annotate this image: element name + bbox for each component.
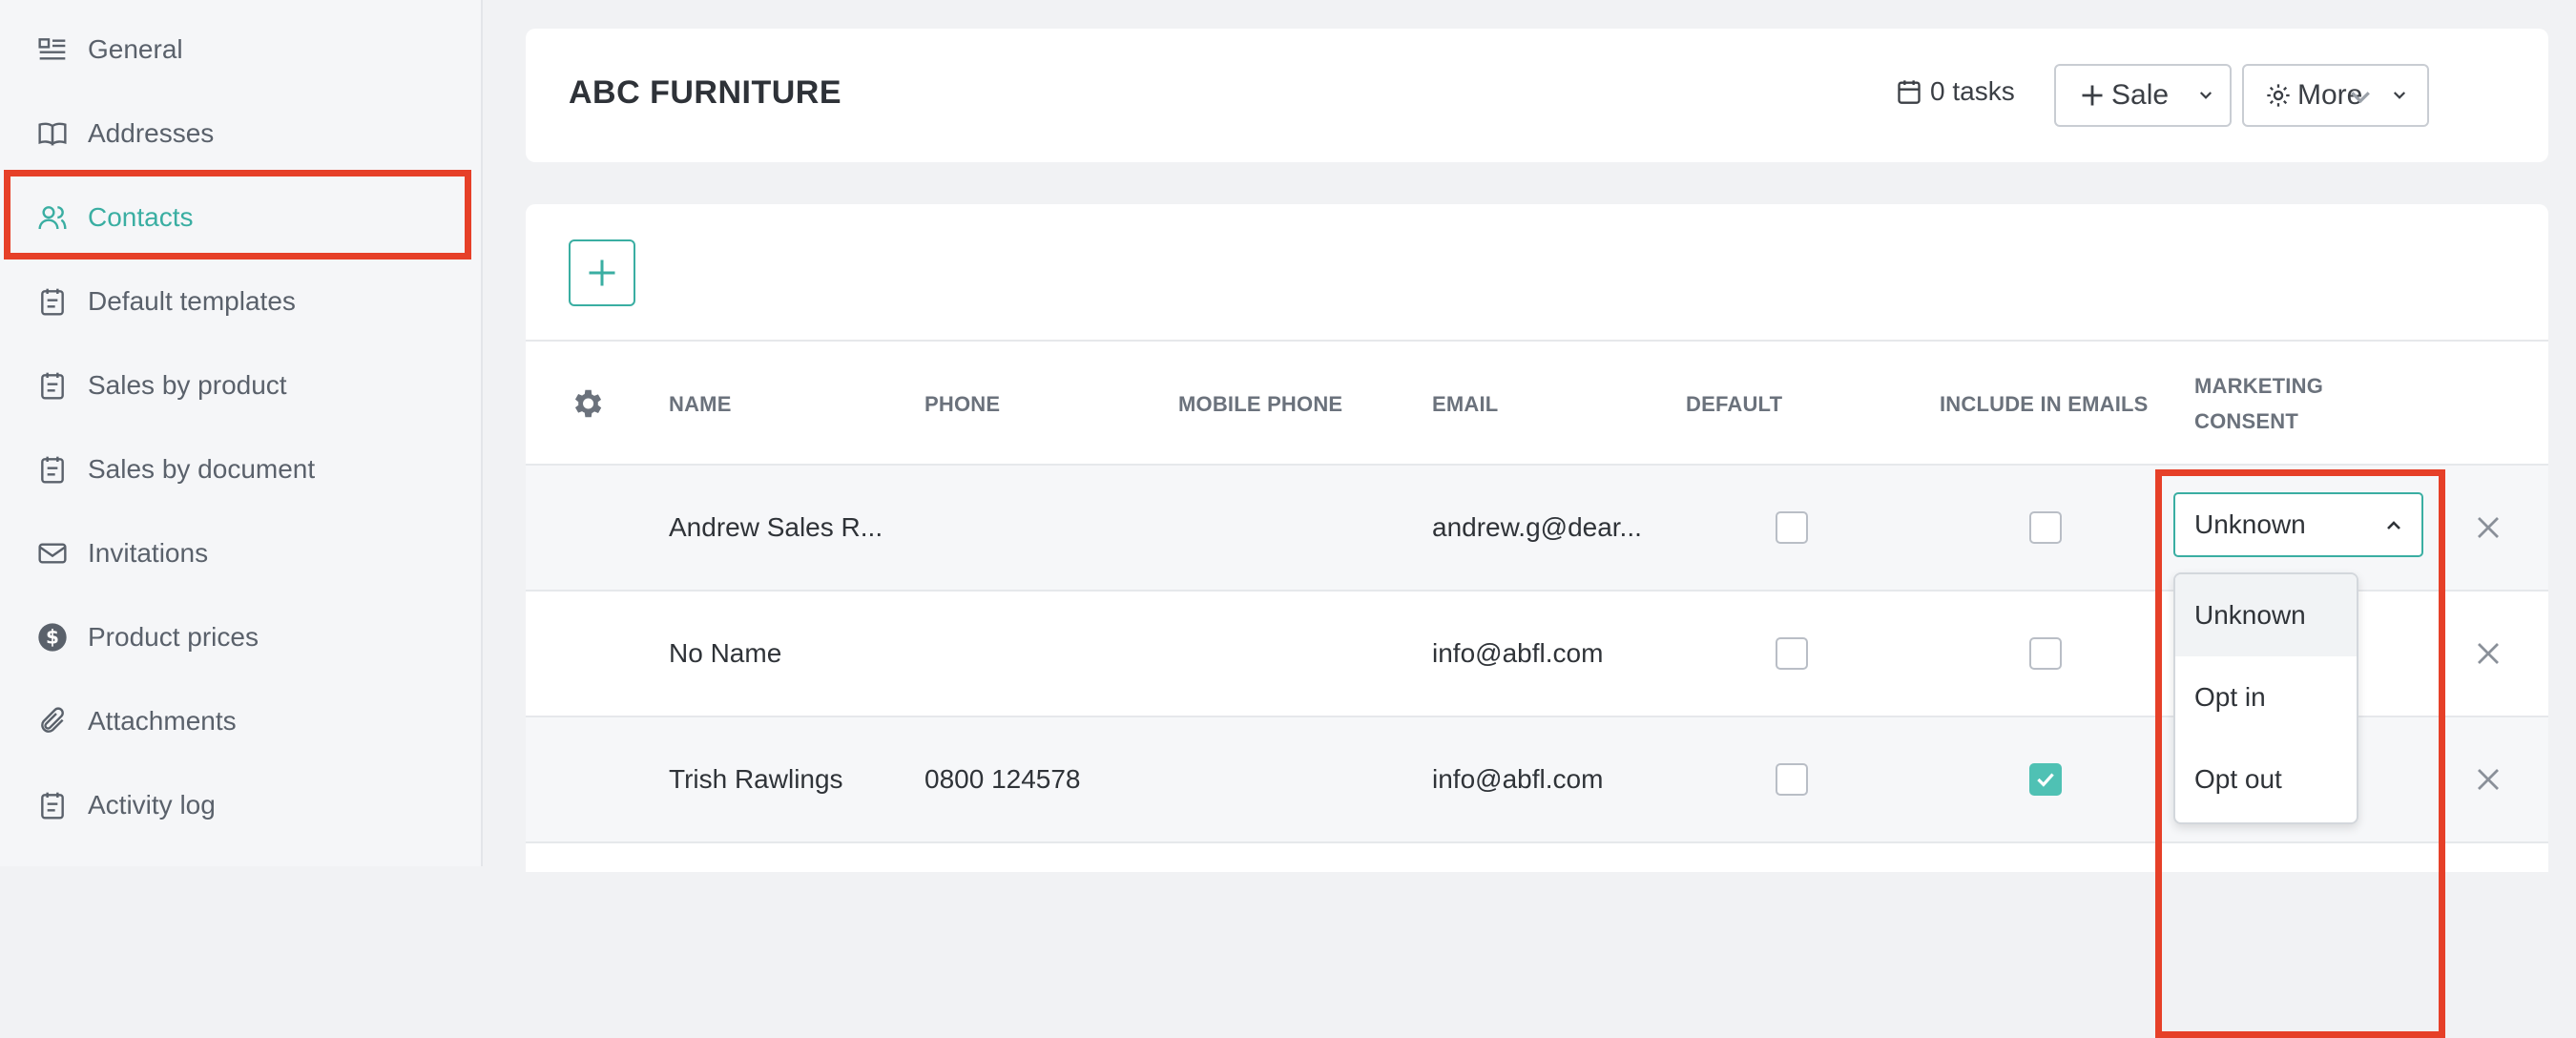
header-card: ABC FURNITURE 0 tasks Sale More — [526, 29, 2548, 162]
page-title: ABC FURNITURE — [569, 74, 842, 111]
sidebar-item-label: Default templates — [88, 286, 296, 316]
collapse-chevron-icon[interactable] — [2346, 82, 2375, 111]
include-in-emails-checkbox[interactable] — [2029, 511, 2062, 544]
users-icon — [36, 201, 69, 234]
tasks-count: 0 tasks — [1930, 76, 2015, 106]
calendar-icon — [1898, 80, 1921, 104]
contact-name: Trish Rawlings — [669, 764, 843, 794]
clipboard-icon — [36, 369, 69, 402]
column-header-marketing-consent: MARKETING CONSENT — [2194, 374, 2324, 433]
close-icon[interactable] — [2474, 639, 2503, 668]
column-header-email: EMAIL — [1432, 392, 1499, 416]
column-header-name: NAME — [669, 392, 732, 416]
include-in-emails-checkbox[interactable] — [2029, 763, 2062, 796]
sidebar-item-label: Invitations — [88, 538, 209, 568]
divider — [526, 841, 2548, 843]
svg-text:$: $ — [46, 626, 59, 649]
contact-email: andrew.g@dear... — [1432, 512, 1642, 542]
sidebar-item-default-templates[interactable]: Default templates — [0, 260, 477, 343]
dropdown-option-opt-in[interactable]: Opt in — [2175, 656, 2357, 738]
sidebar-item-label: Product prices — [88, 622, 259, 652]
sidebar-item-label: General — [88, 34, 183, 64]
sidebar: General Addresses Contacts Default templ… — [0, 0, 483, 866]
contact-phone: 0800 124578 — [924, 764, 1081, 794]
plus-icon — [2082, 85, 2103, 106]
default-checkbox[interactable] — [1776, 637, 1808, 670]
sidebar-item-product-prices[interactable]: $ Product prices — [0, 595, 477, 679]
sidebar-item-label: Sales by product — [88, 370, 287, 400]
divider — [526, 340, 2548, 342]
sidebar-item-contacts[interactable]: Contacts — [0, 176, 477, 260]
contact-email: info@abfl.com — [1432, 638, 1604, 668]
sidebar-item-label: Addresses — [88, 118, 215, 148]
dropdown-option-unknown[interactable]: Unknown — [2175, 574, 2357, 656]
contacts-card: NAME PHONE MOBILE PHONE EMAIL DEFAULT IN… — [526, 204, 2548, 1038]
chevron-up-icon — [2387, 521, 2400, 529]
marketing-consent-dropdown: Unknown Opt in Opt out — [2173, 572, 2358, 824]
close-icon[interactable] — [2474, 513, 2503, 542]
dollar-icon: $ — [36, 621, 69, 654]
sidebar-item-sales-by-product[interactable]: Sales by product — [0, 343, 477, 427]
chevron-down-icon — [2394, 92, 2406, 99]
contact-email: info@abfl.com — [1432, 764, 1604, 794]
clipboard-icon — [36, 285, 69, 318]
sidebar-item-label: Sales by document — [88, 454, 316, 484]
gear-icon — [2267, 84, 2290, 107]
marketing-consent-value: Unknown — [2194, 509, 2306, 539]
more-button[interactable]: More — [2242, 64, 2429, 127]
settings-gear-icon[interactable] — [569, 385, 605, 422]
column-header-include-in-emails: INCLUDE IN EMAILS — [1940, 392, 2149, 416]
sale-button-label: Sale — [2111, 79, 2170, 111]
sidebar-item-activity-log[interactable]: Activity log — [0, 763, 477, 847]
close-icon[interactable] — [2474, 765, 2503, 794]
sidebar-item-label: Activity log — [88, 790, 216, 820]
plus-icon — [589, 260, 615, 286]
sidebar-item-label: Contacts — [88, 202, 194, 232]
contact-name: Andrew Sales R... — [669, 512, 883, 542]
include-in-emails-checkbox[interactable] — [2029, 637, 2062, 670]
mail-icon — [36, 537, 69, 570]
clipboard-icon — [36, 453, 69, 486]
sidebar-item-general[interactable]: General — [0, 8, 477, 92]
sale-button[interactable]: Sale — [2054, 64, 2232, 127]
book-icon — [36, 117, 69, 150]
column-header-phone: PHONE — [924, 392, 1001, 416]
clipboard-icon — [36, 789, 69, 821]
sidebar-item-attachments[interactable]: Attachments — [0, 679, 477, 763]
default-checkbox[interactable] — [1776, 511, 1808, 544]
sidebar-item-invitations[interactable]: Invitations — [0, 511, 477, 595]
paperclip-icon — [36, 705, 69, 737]
sidebar-item-label: Attachments — [88, 706, 237, 736]
chevron-down-icon — [2200, 92, 2212, 99]
add-contact-button[interactable] — [569, 239, 635, 306]
marketing-consent-select[interactable]: Unknown — [2173, 492, 2423, 557]
column-header-default: DEFAULT — [1686, 392, 1783, 416]
tasks-link[interactable]: 0 tasks — [1896, 76, 2015, 107]
column-header-mobile-phone: MOBILE PHONE — [1178, 392, 1343, 416]
check-icon — [2037, 773, 2054, 787]
dropdown-option-opt-out[interactable]: Opt out — [2175, 738, 2357, 820]
default-checkbox[interactable] — [1776, 763, 1808, 796]
sidebar-item-sales-by-document[interactable]: Sales by document — [0, 427, 477, 511]
contact-name: No Name — [669, 638, 782, 668]
list-icon — [36, 33, 69, 66]
sidebar-item-addresses[interactable]: Addresses — [0, 92, 477, 176]
